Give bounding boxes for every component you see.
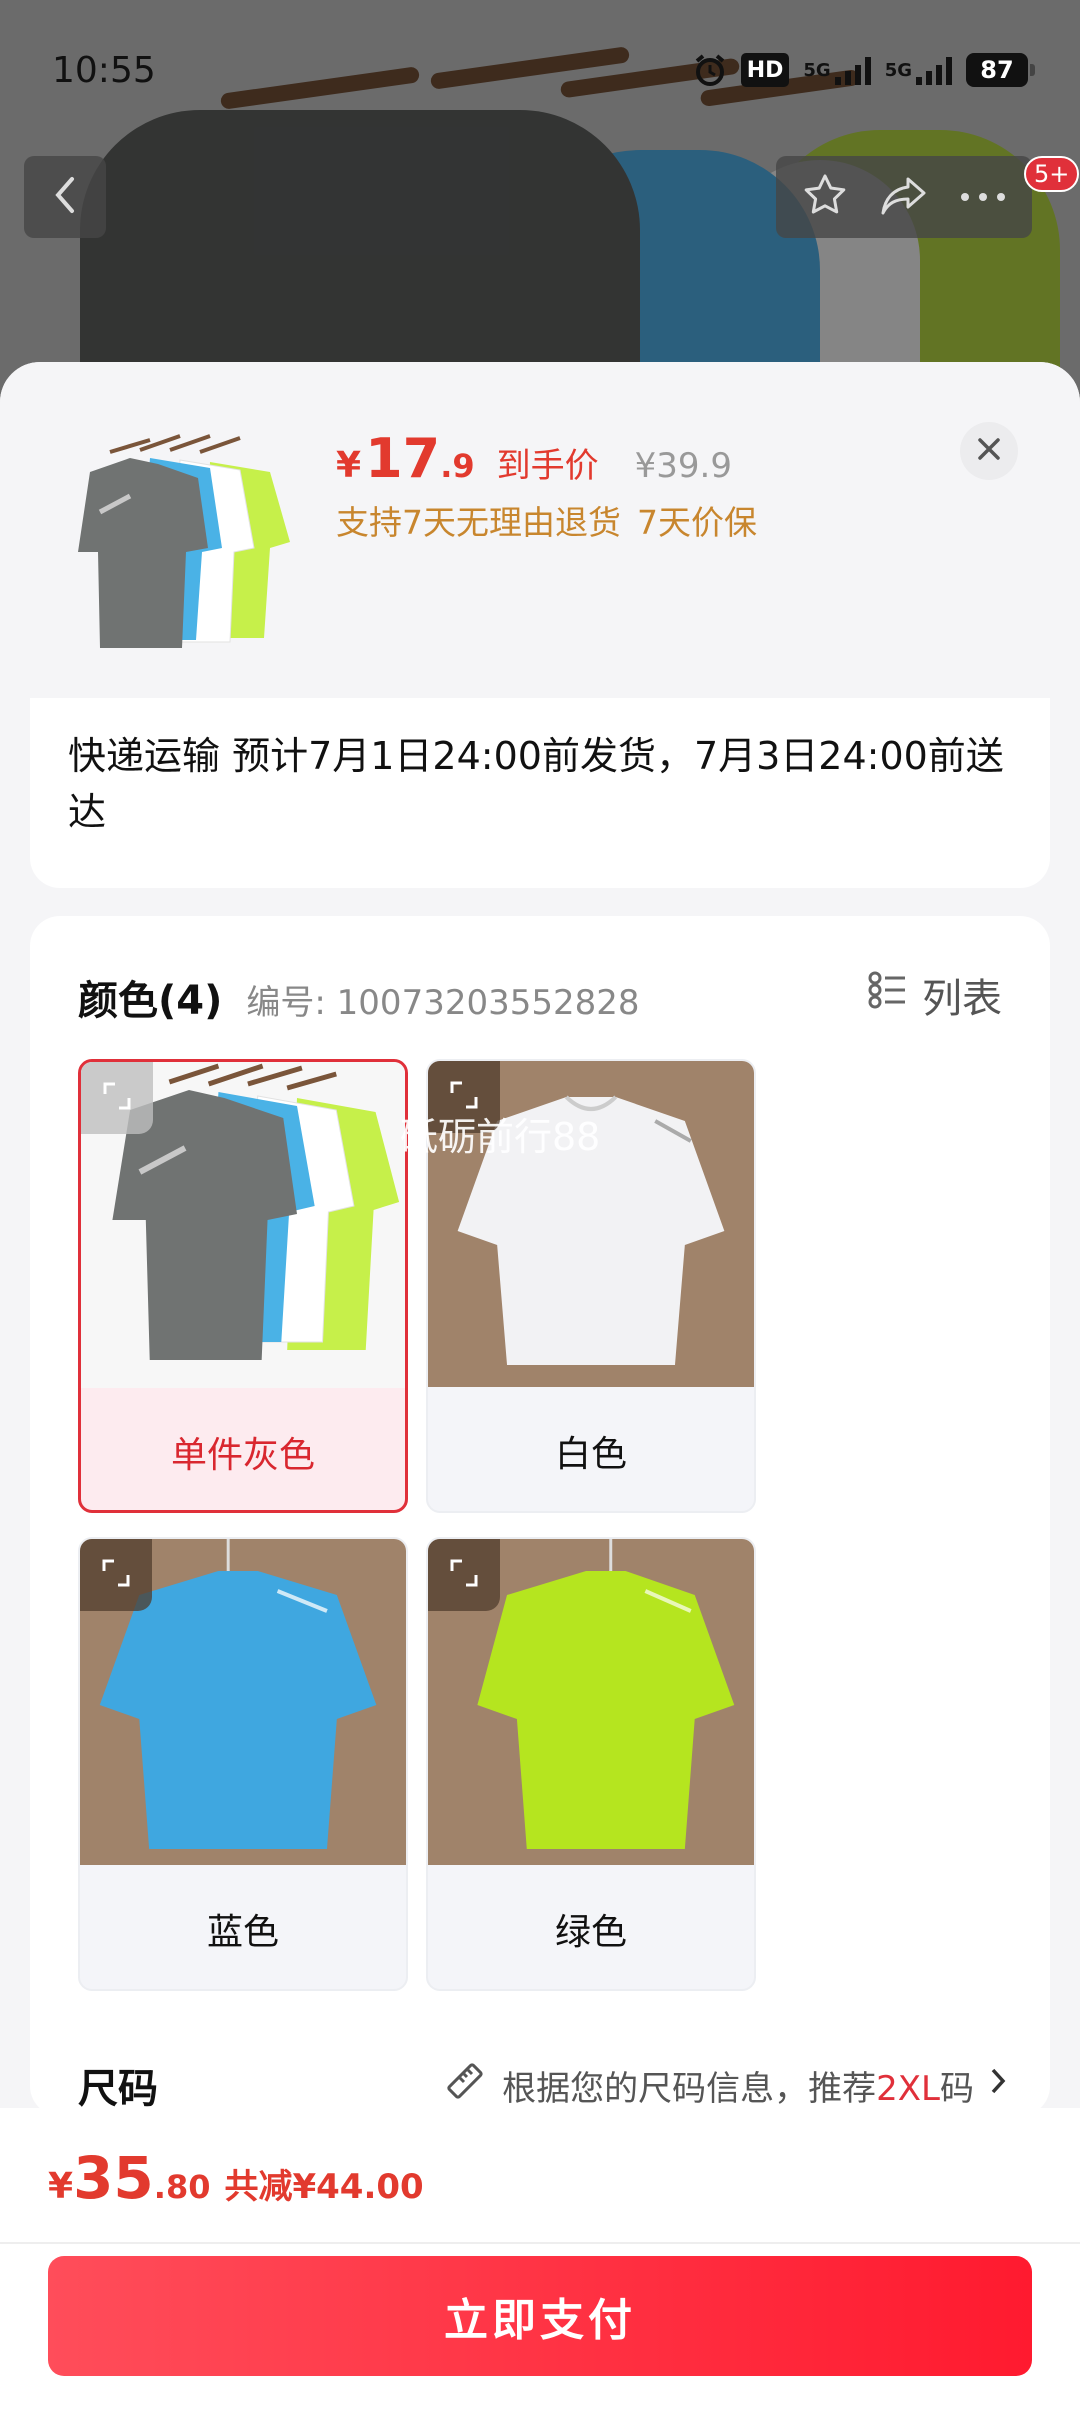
product-thumbnail[interactable] xyxy=(60,432,300,672)
total-price-symbol: ¥ xyxy=(48,2166,74,2207)
expand-button[interactable] xyxy=(428,1061,500,1133)
expand-button[interactable] xyxy=(81,1062,153,1134)
total-price-integer: 35 xyxy=(73,2144,154,2212)
expand-icon xyxy=(101,1080,133,1116)
signal-1-icon: 5G xyxy=(803,53,871,87)
product-code: 编号: 10073203552828 xyxy=(246,983,640,1023)
perks: 支持7天无理由退货 7天价保 xyxy=(336,496,757,544)
size-recommendation[interactable]: 根据您的尺码信息，推荐2XL码 xyxy=(442,2058,1008,2113)
status-time: 10:55 xyxy=(52,49,156,91)
star-icon[interactable] xyxy=(801,171,849,223)
price-decimal: .9 xyxy=(440,447,475,485)
price-line: ¥ 17 .9 到手价 ¥39.9 xyxy=(336,427,732,490)
signal-2-icon: 5G xyxy=(885,53,952,87)
color-option-label: 蓝色 xyxy=(206,1912,279,1953)
price-integer: 17 xyxy=(365,427,441,490)
size-title: 尺码 xyxy=(78,2066,158,2112)
size-rec-prefix: 根据您的尺码信息，推荐 xyxy=(502,2068,877,2109)
color-option-green[interactable]: 绿色 xyxy=(426,1537,756,1991)
close-button[interactable] xyxy=(960,422,1018,480)
list-icon xyxy=(868,970,908,1020)
expand-icon xyxy=(448,1557,480,1593)
chevron-right-icon xyxy=(988,2065,1008,2105)
color-option-white[interactable]: 白色 xyxy=(426,1059,756,1513)
color-title: 颜色(4) xyxy=(78,978,223,1024)
pay-now-button[interactable]: 立即支付 xyxy=(48,2256,1032,2376)
battery-icon: 87 xyxy=(966,53,1035,87)
alarm-icon xyxy=(693,53,727,87)
close-icon xyxy=(976,436,1002,466)
color-option-label: 单件灰色 xyxy=(170,1435,315,1476)
sku-selector-sheet: ¥ 17 .9 到手价 ¥39.9 支持7天无理由退货 7天价保 快递运输 预计… xyxy=(0,362,1080,2412)
hd-icon: HD xyxy=(740,53,790,87)
product-header: ¥ 17 .9 到手价 ¥39.9 支持7天无理由退货 7天价保 xyxy=(0,362,1080,692)
spec-header: 颜色(4) 编号: 10073203552828 xyxy=(78,968,640,1026)
original-price: ¥39.9 xyxy=(634,446,732,486)
total-savings: 共减¥44.00 xyxy=(224,2167,424,2207)
shipping-text: 快递运输 预计7月1日24:00前发货，7月3日24:00前送达 xyxy=(68,734,1004,834)
shipping-card: 快递运输 预计7月1日24:00前发货，7月3日24:00前送达 xyxy=(30,698,1050,888)
price-label: 到手价 xyxy=(496,446,599,486)
total-price-decimal: .80 xyxy=(153,2168,211,2206)
perk-return: 支持7天无理由退货 xyxy=(336,503,621,542)
share-icon[interactable] xyxy=(878,173,930,221)
more-icon[interactable] xyxy=(959,188,1007,207)
perk-price-protect: 7天价保 xyxy=(637,503,757,542)
total-price: ¥ 35 .80 共减¥44.00 xyxy=(48,2144,424,2212)
spec-card: 颜色(4) 编号: 10073203552828 列表 单件灰色 白色 蓝色 绿… xyxy=(30,916,1050,2116)
color-option-label: 绿色 xyxy=(554,1912,627,1953)
expand-icon xyxy=(448,1079,480,1115)
chevron-left-icon xyxy=(50,175,80,219)
status-bar: 10:55 HD 5G 5G 87 xyxy=(0,0,1080,140)
checkout-footer: ¥ 35 .80 共减¥44.00 立即支付 xyxy=(0,2108,1080,2412)
color-option-grey[interactable]: 单件灰色 xyxy=(78,1059,408,1513)
list-toggle-label: 列表 xyxy=(922,976,1002,1022)
expand-button[interactable] xyxy=(428,1539,500,1611)
expand-button[interactable] xyxy=(80,1539,152,1611)
color-option-label: 白色 xyxy=(554,1434,627,1475)
recommended-size: 2XL xyxy=(876,2068,940,2109)
size-rec-suffix: 码 xyxy=(940,2068,974,2109)
divider xyxy=(0,2242,1080,2244)
message-badge: 5+ xyxy=(1024,156,1080,192)
expand-icon xyxy=(100,1557,132,1593)
ruler-icon xyxy=(442,2058,488,2113)
price-symbol: ¥ xyxy=(336,445,362,486)
size-row: 尺码 根据您的尺码信息，推荐2XL码 xyxy=(78,2056,1008,2114)
color-option-blue[interactable]: 蓝色 xyxy=(78,1537,408,1991)
top-actions xyxy=(776,156,1032,238)
list-view-toggle[interactable]: 列表 xyxy=(868,966,1002,1024)
back-button[interactable] xyxy=(24,156,106,238)
